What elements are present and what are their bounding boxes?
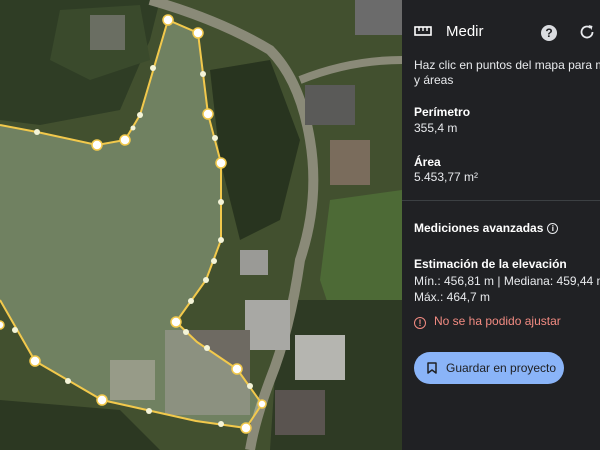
- measure-panel: Medir ? Haz clic en puntos del mapa para…: [402, 0, 600, 450]
- help-icon[interactable]: ?: [541, 25, 557, 41]
- ruler-icon: [414, 26, 432, 36]
- error-icon: !: [414, 317, 426, 329]
- instruction-line-1: Haz clic en puntos del mapa para medir: [414, 58, 600, 72]
- area-label: Área: [414, 155, 441, 169]
- perimeter-label: Perímetro: [414, 105, 471, 119]
- area-value: 5.453,77 m²: [414, 170, 479, 184]
- error-text: No se ha podido ajustar: [434, 314, 561, 328]
- advanced-label: Mediciones avanzadas: [414, 221, 544, 235]
- save-to-project-button[interactable]: Guardar en proyecto: [414, 352, 564, 384]
- elevation-label: Estimación de la elevación: [414, 257, 567, 271]
- bookmark-icon: [427, 362, 437, 374]
- perimeter-value: 355,4 m: [414, 121, 458, 135]
- save-button-label: Guardar en proyecto: [446, 361, 557, 375]
- elevation-line-1: Mín.: 456,81 m | Mediana: 459,44 m |: [414, 274, 600, 288]
- advanced-measurements[interactable]: Mediciones avanzadas i: [414, 221, 559, 235]
- error-message: ! No se ha podido ajustar: [414, 312, 561, 329]
- reset-icon[interactable]: [578, 23, 596, 41]
- panel-header: Medir ?: [402, 0, 600, 58]
- panel-title: Medir: [446, 23, 484, 40]
- elevation-line-2: Máx.: 464,7 m: [414, 290, 491, 304]
- instruction-line-2: y áreas: [414, 73, 454, 87]
- info-icon[interactable]: i: [547, 223, 559, 234]
- divider: [402, 200, 600, 201]
